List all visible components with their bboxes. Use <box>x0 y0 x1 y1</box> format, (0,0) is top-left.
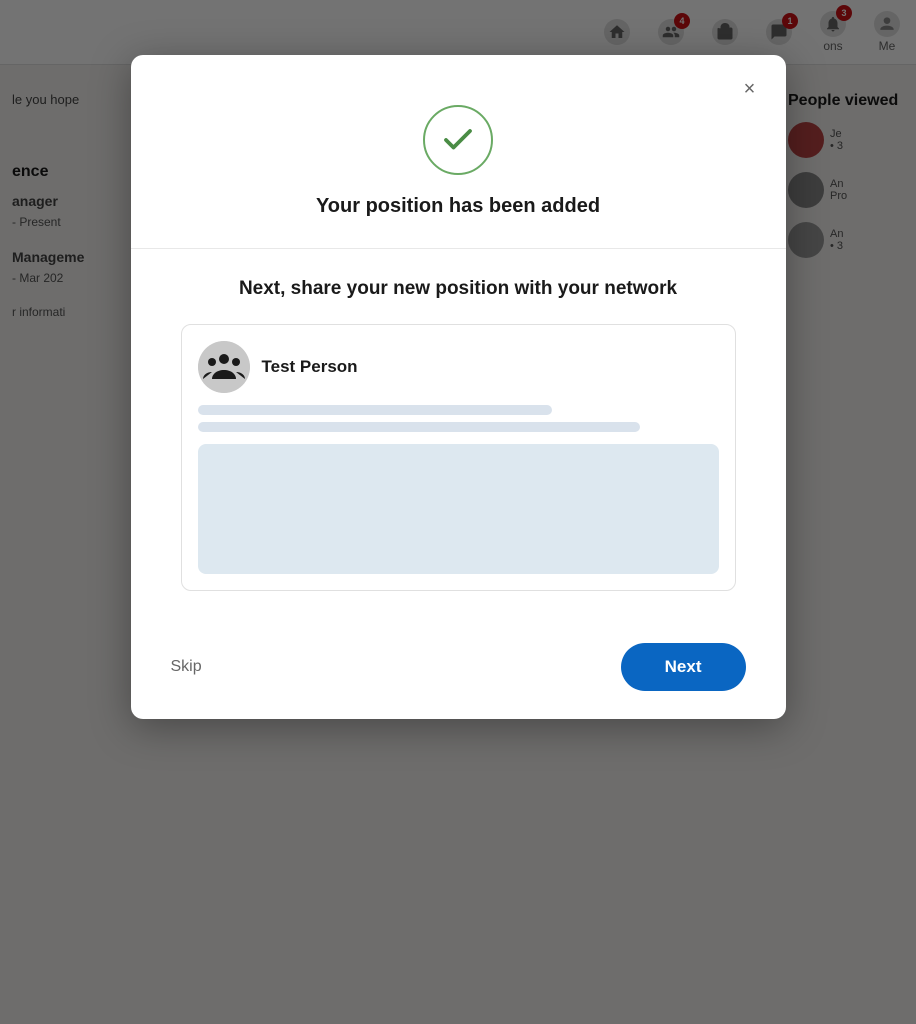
modal-divider <box>131 248 786 249</box>
post-card: Test Person <box>181 324 736 591</box>
share-section: Next, share your new position with your … <box>131 277 786 621</box>
check-icon-wrapper <box>423 105 493 175</box>
post-header: Test Person <box>198 341 719 393</box>
share-title: Next, share your new position with your … <box>181 277 736 302</box>
modal-footer: Skip Next <box>131 621 786 719</box>
next-button[interactable]: Next <box>621 643 746 691</box>
post-line-2 <box>198 422 641 432</box>
skip-button[interactable]: Skip <box>171 658 202 676</box>
checkmark-icon <box>440 122 476 158</box>
post-avatar <box>198 341 250 393</box>
post-user-name: Test Person <box>262 357 358 377</box>
post-placeholder-lines <box>198 405 719 432</box>
success-title: Your position has been added <box>181 195 736 218</box>
post-line-1 <box>198 405 552 415</box>
success-section: Your position has been added <box>131 55 786 248</box>
modal-dialog: × Your position has been added Next, sha… <box>131 55 786 719</box>
post-text-area[interactable] <box>198 444 719 574</box>
close-button[interactable]: × <box>734 73 766 105</box>
modal-overlay: × Your position has been added Next, sha… <box>0 0 916 1024</box>
